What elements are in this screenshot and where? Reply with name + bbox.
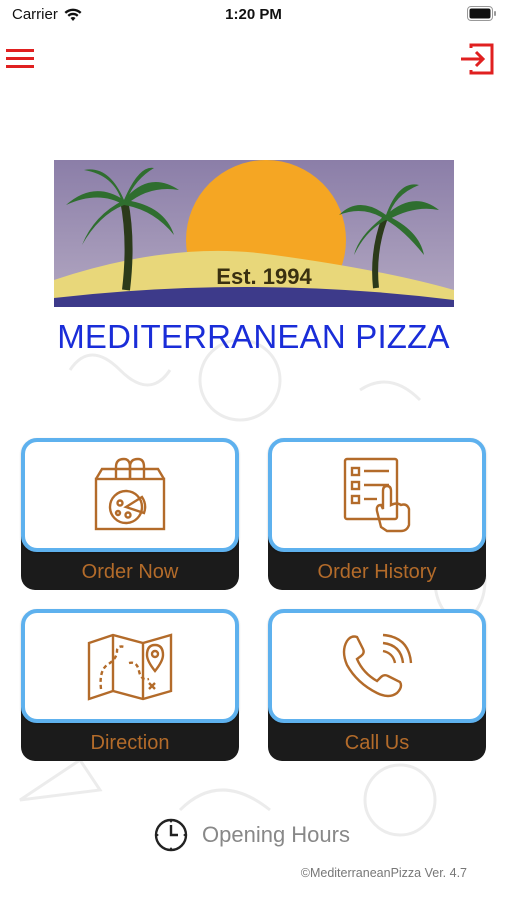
map-pin-icon: [87, 633, 173, 701]
logout-icon[interactable]: [459, 42, 495, 76]
order-history-button[interactable]: Order History: [268, 438, 486, 590]
order-now-label: Order Now: [81, 561, 179, 583]
clock-icon: [154, 818, 188, 852]
direction-label: Direction: [90, 732, 170, 754]
opening-hours-button[interactable]: Opening Hours: [154, 818, 350, 852]
checklist-hand-icon: [343, 457, 411, 533]
call-us-label: Call Us: [344, 732, 410, 754]
restaurant-logo-banner: Est. 1994: [54, 160, 454, 307]
order-now-card: [21, 438, 239, 552]
hamburger-menu-icon[interactable]: [5, 44, 35, 74]
direction-card: [21, 609, 239, 723]
est-text: Est. 1994: [216, 264, 312, 289]
order-now-button[interactable]: Order Now: [21, 438, 239, 590]
order-history-card: [268, 438, 486, 552]
battery-icon: [467, 6, 496, 21]
call-us-button[interactable]: Call Us: [268, 609, 486, 761]
status-bar: Carrier 1:20 PM: [0, 0, 507, 30]
phone-icon: [342, 633, 413, 698]
restaurant-title: MEDITERRANEAN PIZZA: [57, 318, 450, 355]
call-us-card: [268, 609, 486, 723]
version-text: ©MediterraneanPizza Ver. 4.7: [300, 866, 467, 880]
order-history-label: Order History: [317, 561, 437, 583]
pizza-bag-icon: [94, 457, 166, 531]
clock: 1:20 PM: [225, 6, 282, 23]
direction-button[interactable]: Direction: [21, 609, 239, 761]
opening-hours-label: Opening Hours: [202, 822, 350, 847]
